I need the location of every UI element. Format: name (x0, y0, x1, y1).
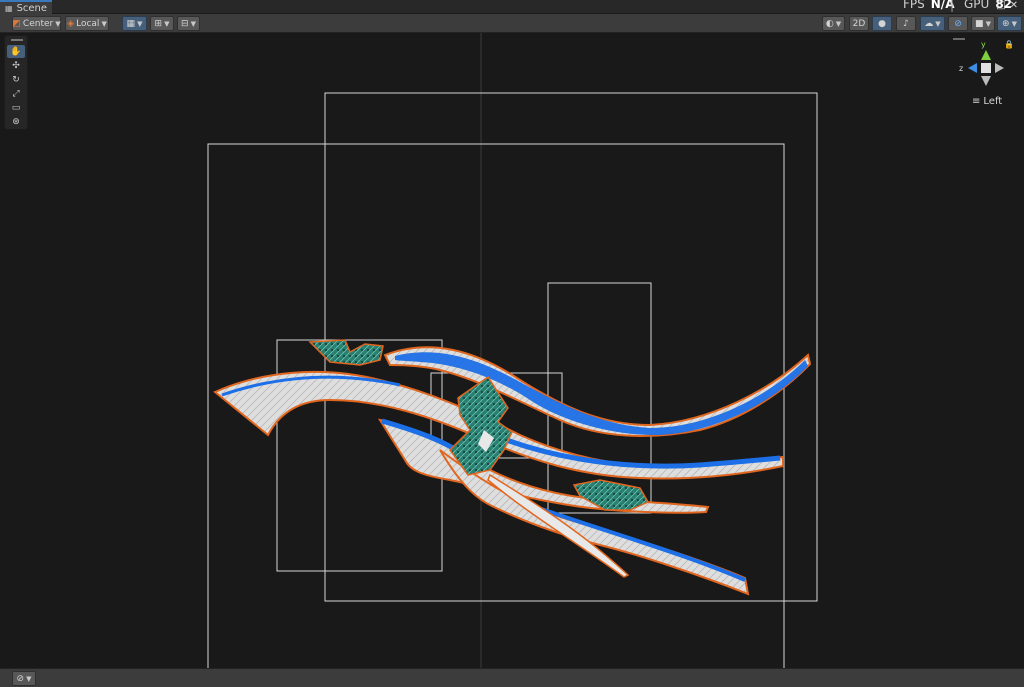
chevron-down-icon: ▼ (935, 19, 941, 28)
axis-z-cone[interactable] (968, 63, 977, 73)
grid-icon: ▦ (5, 3, 13, 13)
axis-y-label: y (981, 40, 986, 49)
hand-tool-icon[interactable]: ✋ (7, 45, 25, 58)
toggle-2d-label: 2D (852, 18, 866, 29)
lighting-toggle[interactable]: ● (872, 16, 892, 31)
move-tool-icon[interactable]: ✣ (7, 59, 25, 72)
axis-neg-z-cone[interactable] (995, 63, 1004, 73)
teal-cube-top[interactable] (308, 339, 384, 366)
bottom-overlay-bar: ⊘ ▼ (0, 668, 1024, 687)
menu-icon: ≡ (972, 96, 981, 107)
chevron-down-icon: ▼ (190, 19, 196, 28)
window-controls: □ ✕ (996, 0, 1018, 11)
pivot-rotation-label: Local (76, 18, 100, 29)
tab-scene[interactable]: ▦ Scene (0, 0, 52, 14)
grid-snap-icon: ▦ (126, 18, 136, 29)
audio-icon: ♪ (903, 18, 909, 29)
fps-label: FPS (903, 0, 925, 11)
tab-scene-label: Scene (16, 2, 48, 14)
view-name: Left (983, 96, 1003, 107)
ruler-icon: ⊟ (181, 18, 189, 29)
camera-settings-dropdown[interactable]: ■ ▼ (971, 16, 995, 31)
hidden-objects-toggle[interactable]: ⊘ (948, 16, 968, 31)
axis-z-label: z (959, 64, 963, 73)
sphere-icon: ◐ (825, 18, 834, 29)
grid-visibility-dropdown[interactable]: ▦ ▼ (122, 16, 147, 31)
rotate-tool-icon[interactable]: ↻ (7, 73, 25, 86)
pivot-mode-dropdown[interactable]: ◩ Center ▼ (12, 16, 61, 31)
chevron-down-icon: ▼ (101, 19, 107, 28)
axis-y-cone[interactable] (981, 50, 991, 60)
maximize-icon[interactable]: □ (996, 0, 1005, 11)
gizmo-icon: ⊕ (1002, 18, 1010, 29)
snap-icon: ⊞ (154, 18, 163, 29)
tools-overlay: ✋ ✣ ↻ ⤢ ▭ ⊛ (4, 35, 28, 130)
unity-scene-window: ▦ Scene FPS N/A | GPU 82 □ ✕ ◩ Center ▼ … (0, 0, 1024, 687)
overlay-menu-dropdown[interactable]: ⊘ ▼ (12, 671, 36, 686)
gpu-label: GPU (964, 0, 990, 11)
pivot-center-icon: ◩ (12, 18, 21, 29)
gizmo-center-cube[interactable] (981, 63, 991, 73)
local-cube-icon: ◈ (67, 18, 75, 29)
compass-icon: ⊘ (16, 673, 25, 684)
eye-slash-icon: ⊘ (954, 18, 962, 29)
lightbulb-icon: ● (878, 18, 886, 29)
snap-settings-dropdown[interactable]: ⊞ ▼ (150, 16, 174, 31)
shading-mode-dropdown[interactable]: ◐ ▼ (822, 16, 845, 31)
view-label[interactable]: ≡ Left (972, 96, 1002, 107)
axis-neg-y-cone[interactable] (981, 76, 991, 86)
increment-snap-dropdown[interactable]: ⊟ ▼ (177, 16, 200, 31)
chevron-down-icon: ▼ (164, 19, 170, 28)
toggle-2d-button[interactable]: 2D (849, 16, 869, 31)
fps-readout: FPS N/A (903, 0, 954, 11)
pivot-rotation-dropdown[interactable]: ◈ Local ▼ (65, 16, 109, 31)
camera-icon: ■ (975, 18, 984, 29)
scale-tool-icon[interactable]: ⤢ (7, 87, 25, 100)
rect-tool-icon[interactable]: ▭ (7, 101, 25, 114)
scene-toolbar: ◩ Center ▼ ◈ Local ▼ ▦ ▼ ⊞ ▼ ⊟ ▼ ◐ ▼ 2D (0, 14, 1024, 33)
close-icon[interactable]: ✕ (1010, 0, 1018, 11)
chevron-down-icon: ▼ (985, 19, 991, 28)
chevron-down-icon: ▼ (26, 674, 32, 683)
effects-icon: ☁ (924, 18, 934, 29)
gizmos-dropdown[interactable]: ⊕ ▼ (997, 16, 1022, 31)
tab-bar: ▦ Scene FPS N/A | GPU 82 □ ✕ (0, 0, 1024, 14)
chevron-down-icon: ▼ (1011, 19, 1017, 28)
chevron-down-icon: ▼ (137, 19, 143, 28)
chevron-down-icon: ▼ (835, 19, 842, 28)
audio-toggle[interactable]: ♪ (896, 16, 916, 31)
drag-handle[interactable] (11, 39, 23, 41)
scene-viewport[interactable] (0, 33, 1024, 668)
chevron-down-icon: ▼ (55, 19, 61, 28)
effects-dropdown[interactable]: ☁ ▼ (920, 16, 945, 31)
transform-tool-icon[interactable]: ⊛ (7, 115, 25, 128)
pivot-mode-label: Center (22, 18, 54, 29)
perf-divider: | (950, 0, 955, 12)
